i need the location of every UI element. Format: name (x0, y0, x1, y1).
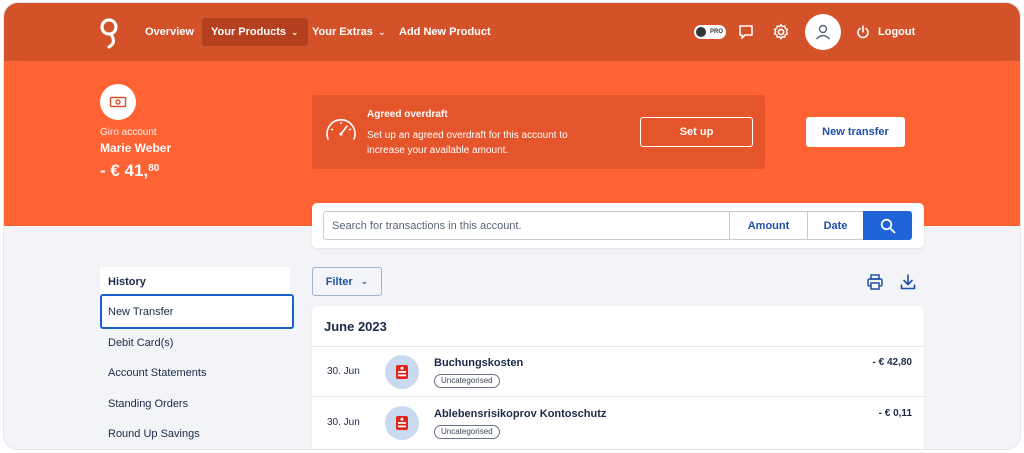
month-heading: June 2023 (324, 319, 387, 334)
transaction-date: 30. Jun (327, 417, 360, 428)
speedometer-icon (326, 119, 356, 140)
chevron-down-icon: ⌄ (290, 27, 299, 37)
overdraft-description: Set up an agreed overdraft for this acco… (367, 130, 568, 156)
overdraft-banner: Agreed overdraft Set up an agreed overdr… (312, 95, 765, 169)
setup-overdraft-button[interactable]: Set up (640, 117, 753, 147)
category-badge[interactable]: Uncategorised (434, 425, 500, 439)
date-filter-button[interactable]: Date (807, 211, 864, 240)
account-balance: - € 41,80 (100, 161, 159, 181)
sparkasse-icon (396, 416, 408, 430)
nav-your-products[interactable]: Your Products ⌄ (202, 18, 308, 46)
transaction-row[interactable]: 30. Jun Ablebensrisikoprov Kontoschutz U… (312, 398, 924, 448)
pro-toggle[interactable]: PRO (694, 25, 726, 39)
nav-your-products-label: Your Products (211, 26, 286, 38)
nav-add-new-product[interactable]: Add New Product (390, 18, 500, 46)
bank-logo-icon (385, 355, 419, 389)
app-window: Overview Your Products ⌄ Your Extras ⌄ Add… (4, 3, 1020, 449)
bank-logo-icon (385, 406, 419, 440)
user-icon (815, 24, 831, 40)
sidebar-item-standing-orders[interactable]: Standing Orders (100, 389, 290, 419)
sidebar-item-debit-cards[interactable]: Debit Card(s) (100, 328, 290, 358)
sparkasse-icon (396, 365, 408, 379)
transaction-amount: - € 0,11 (878, 408, 912, 419)
category-badge[interactable]: Uncategorised (434, 374, 500, 388)
chevron-down-icon: ⌄ (377, 27, 386, 37)
search-bar: Amount Date (312, 203, 924, 248)
filter-label: Filter (325, 275, 353, 288)
overdraft-title: Agreed overdraft (367, 109, 448, 120)
chat-icon[interactable] (737, 23, 755, 41)
avatar[interactable] (805, 14, 841, 50)
sidebar-item-new-transfer[interactable]: New Transfer (100, 294, 294, 329)
power-icon (857, 25, 869, 39)
search-button[interactable] (863, 211, 912, 240)
logout-label: Logout (878, 26, 916, 38)
divider (312, 396, 924, 397)
balance-main: - € 41, (100, 161, 149, 180)
gear-icon[interactable] (772, 23, 790, 41)
account-type: Giro account (100, 127, 157, 138)
search-icon (880, 218, 895, 233)
amount-filter-button[interactable]: Amount (729, 211, 808, 240)
new-transfer-button[interactable]: New transfer (806, 117, 905, 147)
account-icon (100, 84, 136, 120)
sidebar-item-round-up-savings[interactable]: Round Up Savings (100, 419, 290, 449)
account-hero: Giro account Marie Weber - € 41,80 Agree… (4, 61, 1020, 226)
transaction-name: Buchungskosten (434, 357, 524, 369)
account-holder: Marie Weber (100, 141, 172, 155)
balance-cents: 80 (148, 163, 160, 174)
transaction-date: 30. Jun (327, 366, 360, 377)
top-navigation: Overview Your Products ⌄ Your Extras ⌄ Add… (4, 3, 1020, 61)
brand-logo-icon[interactable] (98, 17, 120, 49)
transaction-row[interactable]: 30. Jun Buchungskosten Uncategorised - €… (312, 347, 924, 397)
chevron-down-icon: ⌄ (360, 276, 369, 286)
sidebar-item-history[interactable]: History (100, 267, 290, 297)
logout-button[interactable]: Logout (856, 23, 915, 41)
toggle-knob (696, 27, 706, 37)
transaction-name: Ablebensrisikoprov Kontoschutz (434, 408, 607, 420)
transactions-list: June 2023 30. Jun Buchungskosten Uncateg… (312, 306, 924, 449)
filter-button[interactable]: Filter ⌄ (312, 267, 382, 296)
download-icon[interactable] (899, 273, 917, 291)
nav-your-extras[interactable]: Your Extras ⌄ (303, 18, 394, 46)
sidebar-item-account-statements[interactable]: Account Statements (100, 358, 290, 388)
print-icon[interactable] (866, 273, 884, 291)
transaction-amount: - € 42,80 (872, 357, 912, 368)
banknote-icon (109, 96, 127, 108)
nav-your-extras-label: Your Extras (312, 26, 373, 38)
pro-label: PRO (709, 29, 723, 35)
nav-overview[interactable]: Overview (136, 18, 203, 46)
search-input[interactable] (323, 211, 729, 240)
